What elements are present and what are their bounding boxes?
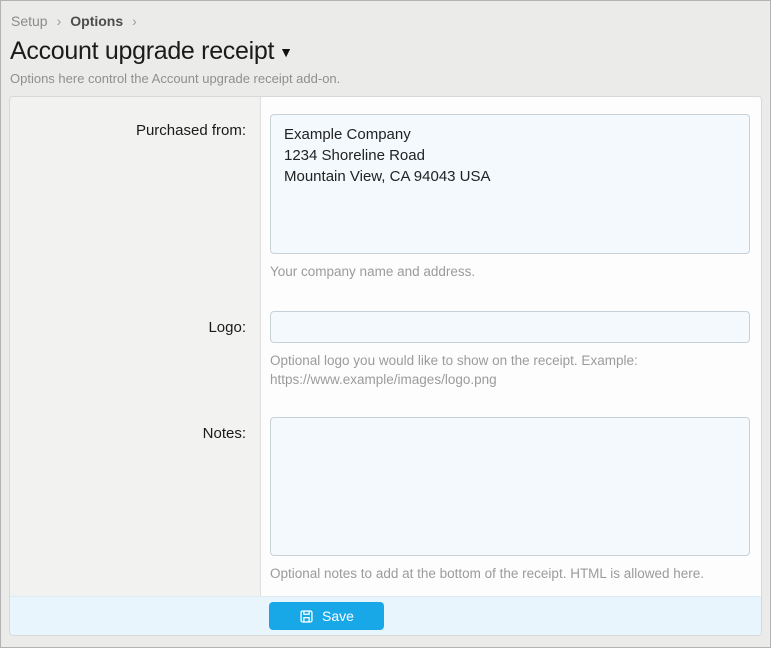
notes-label: Notes: (10, 417, 260, 583)
form-row-notes: Notes: Optional notes to add at the bott… (10, 417, 761, 583)
purchased-from-label: Purchased from: (10, 114, 260, 281)
breadcrumb: Setup › Options › (10, 12, 758, 36)
form-row-logo: Logo: Optional logo you would like to sh… (10, 311, 761, 389)
form-row-purchased-from: Purchased from: Example Company 1234 Sho… (10, 97, 761, 281)
logo-input[interactable] (270, 311, 750, 343)
breadcrumb-item-options[interactable]: Options (70, 13, 123, 29)
logo-label: Logo: (10, 311, 260, 389)
page-title-text: Account upgrade receipt (10, 37, 274, 65)
form-footer: Save (10, 596, 761, 635)
save-floppy-disk-icon (299, 609, 314, 624)
page-title: Account upgrade receipt ▼ (10, 37, 758, 66)
notes-help-text: Optional notes to add at the bottom of t… (270, 564, 750, 583)
chevron-right-icon: › (57, 13, 62, 29)
save-button[interactable]: Save (269, 602, 384, 630)
logo-help-text: Optional logo you would like to show on … (270, 351, 750, 389)
page-subtitle: Options here control the Account upgrade… (10, 71, 758, 86)
options-form: Purchased from: Example Company 1234 Sho… (10, 97, 761, 596)
notes-textarea[interactable] (270, 417, 750, 556)
purchased-from-help-text: Your company name and address. (270, 262, 750, 281)
breadcrumb-item-setup[interactable]: Setup (11, 13, 48, 29)
chevron-right-icon: › (132, 13, 137, 29)
save-button-label: Save (322, 608, 354, 624)
page-header: Setup › Options › Account upgrade receip… (1, 1, 770, 86)
options-panel: Purchased from: Example Company 1234 Sho… (9, 96, 762, 636)
purchased-from-textarea[interactable]: Example Company 1234 Shoreline Road Moun… (270, 114, 750, 254)
dropdown-caret-icon[interactable]: ▼ (279, 44, 293, 60)
